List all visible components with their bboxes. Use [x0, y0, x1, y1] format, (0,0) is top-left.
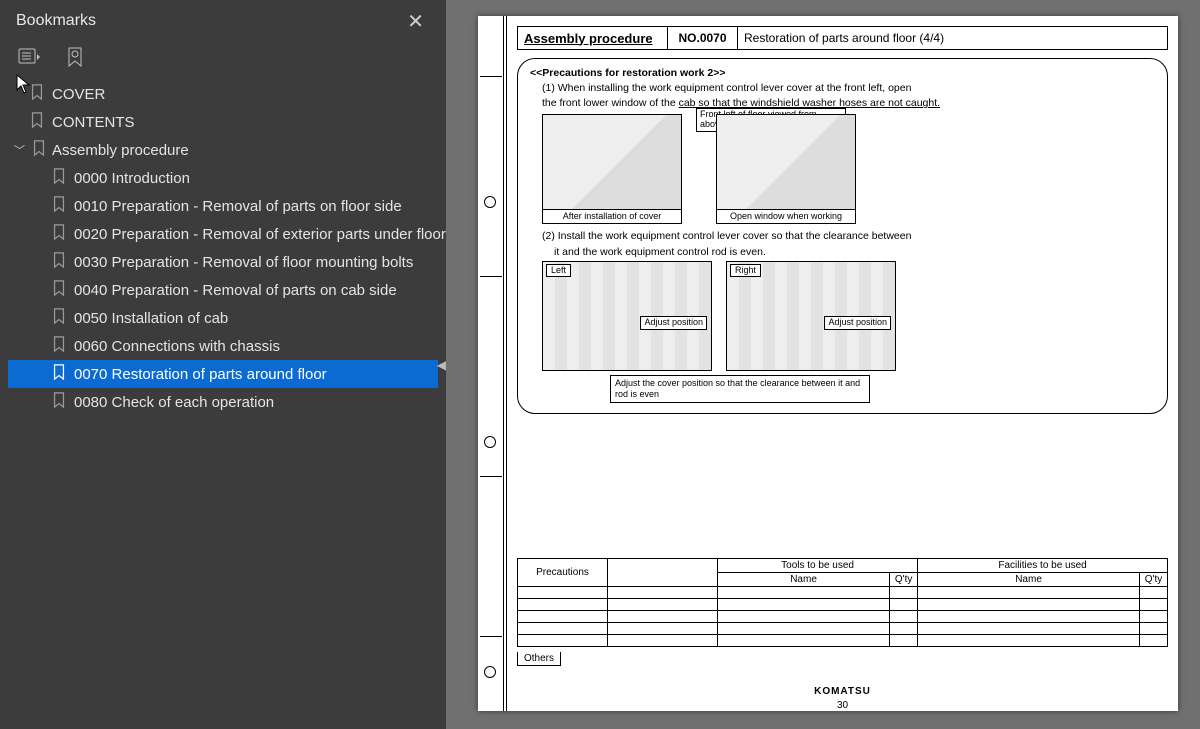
bookmark-icon — [52, 252, 66, 272]
bookmark-label: 0000 Introduction — [74, 170, 190, 187]
page-content: Assembly procedure NO.0070 Restoration o… — [506, 16, 1178, 711]
bookmark-label: 0030 Preparation - Removal of floor moun… — [74, 254, 413, 271]
figure-row-1: After installation of cover Front left o… — [542, 114, 1155, 224]
figure-after-install: After installation of cover — [542, 114, 682, 224]
bookmark-label: 0040 Preparation - Removal of parts on c… — [74, 282, 397, 299]
adjust-label: Adjust position — [640, 316, 707, 329]
bookmark-0040[interactable]: 0040 Preparation - Removal of parts on c… — [8, 276, 438, 304]
bookmark-0060[interactable]: 0060 Connections with chassis — [8, 332, 438, 360]
bookmark-0070[interactable]: 0070 Restoration of parts around floor — [8, 360, 438, 388]
binder-margin — [478, 16, 504, 711]
bookmark-label: 0020 Preparation - Removal of exterior p… — [74, 226, 446, 243]
bookmark-tree: COVER CONTENTS ﹀ Assembly procedure 0000… — [0, 76, 446, 424]
bookmark-label: 0080 Check of each operation — [74, 394, 274, 411]
figure-caption: Open window when working — [717, 209, 855, 223]
close-panel-button[interactable]: ✕ — [401, 7, 430, 36]
bookmark-label: 0060 Connections with chassis — [74, 338, 280, 355]
chevron-down-icon[interactable]: ﹀ — [14, 142, 26, 158]
bookmark-icon — [52, 224, 66, 244]
figure-row-2: Left Adjust position Right Adjust positi… — [542, 261, 1155, 371]
bookmark-icon — [52, 280, 66, 300]
adjust-note: Adjust the cover position so that the cl… — [610, 375, 870, 404]
th-qty: Q'ty — [1140, 573, 1168, 587]
bookmark-icon — [52, 392, 66, 412]
bookmarks-panel: Bookmarks ✕ COVER CONTENTS ﹀ Assembly pr… — [0, 0, 446, 729]
bookmark-label: COVER — [52, 86, 105, 103]
figure-right: Right Adjust position — [726, 261, 896, 371]
brand-label: KOMATSU — [507, 686, 1178, 697]
note-1-line-b: the front lower window of the cab so tha… — [542, 97, 1155, 110]
bookmark-options-button[interactable] — [16, 44, 42, 70]
find-bookmark-button[interactable] — [62, 44, 88, 70]
bookmark-icon — [30, 84, 44, 104]
bookmark-0000[interactable]: 0000 Introduction — [8, 164, 438, 192]
bookmark-icon — [52, 168, 66, 188]
bookmark-0010[interactable]: 0010 Preparation - Removal of parts on f… — [8, 192, 438, 220]
bookmarks-toolbar — [0, 36, 446, 76]
document-viewport[interactable]: Assembly procedure NO.0070 Restoration o… — [446, 0, 1200, 729]
bookmark-label: 0070 Restoration of parts around floor — [74, 366, 327, 383]
figure-left: Left Adjust position — [542, 261, 712, 371]
bookmark-icon — [52, 196, 66, 216]
note-2-line-a: (2) Install the work equipment control l… — [542, 230, 1155, 243]
resources-table: Precautions Tools to be used Facilities … — [517, 558, 1168, 647]
others-label: Others — [517, 652, 561, 666]
th-name: Name — [918, 573, 1140, 587]
note-1-line-a: (1) When installing the work equipment c… — [542, 82, 1155, 95]
bookmark-cover[interactable]: COVER — [8, 80, 438, 108]
header-description: Restoration of parts around floor (4/4) — [738, 27, 1167, 49]
header-title: Assembly procedure — [518, 27, 668, 49]
bookmark-label: CONTENTS — [52, 114, 135, 131]
bookmark-contents[interactable]: CONTENTS — [8, 108, 438, 136]
bookmark-label: 0010 Preparation - Removal of parts on f… — [74, 198, 402, 215]
bookmark-0020[interactable]: 0020 Preparation - Removal of exterior p… — [8, 220, 438, 248]
figure-caption: After installation of cover — [543, 209, 681, 223]
bookmarks-title: Bookmarks — [16, 12, 96, 30]
header-number: NO.0070 — [668, 27, 738, 49]
page-number: 30 — [507, 700, 1178, 711]
bookmark-label: Assembly procedure — [52, 142, 189, 159]
th-precautions: Precautions — [518, 559, 608, 587]
adjust-label: Adjust position — [824, 316, 891, 329]
th-tools: Tools to be used — [718, 559, 918, 573]
bookmark-0030[interactable]: 0030 Preparation - Removal of floor moun… — [8, 248, 438, 276]
page-header: Assembly procedure NO.0070 Restoration o… — [517, 26, 1168, 50]
th-facilities: Facilities to be used — [918, 559, 1168, 573]
th-qty: Q'ty — [890, 573, 918, 587]
bookmark-0050[interactable]: 0050 Installation of cab — [8, 304, 438, 332]
bookmark-0080[interactable]: 0080 Check of each operation — [8, 388, 438, 416]
bookmark-icon — [32, 140, 46, 160]
th-name: Name — [718, 573, 890, 587]
bookmark-icon — [30, 112, 44, 132]
bookmark-label: 0050 Installation of cab — [74, 310, 228, 327]
section-title: <<Precautions for restoration work 2>> — [530, 67, 1155, 80]
note-2-line-b: it and the work equipment control rod is… — [554, 246, 1155, 259]
figure-open-window: Open window when working — [716, 114, 856, 224]
precautions-panel: <<Precautions for restoration work 2>> (… — [517, 58, 1168, 414]
bookmark-icon — [52, 308, 66, 328]
tag-left: Left — [546, 264, 571, 277]
bookmark-icon — [52, 364, 66, 384]
tag-right: Right — [730, 264, 761, 277]
bookmark-assembly-procedure[interactable]: ﹀ Assembly procedure — [8, 136, 438, 164]
bookmark-icon — [52, 336, 66, 356]
